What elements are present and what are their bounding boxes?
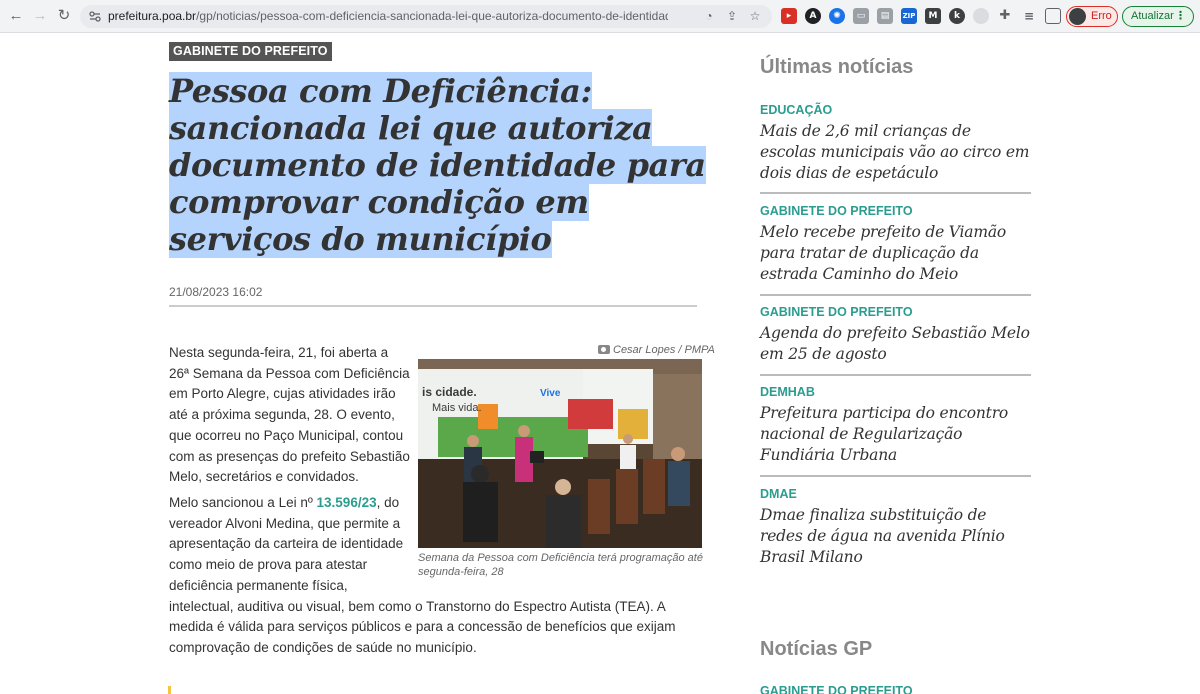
forward-icon[interactable]: → (31, 7, 49, 25)
law-link[interactable]: 13.596/23 (317, 495, 377, 510)
camera-icon (598, 345, 610, 354)
avatar (1069, 8, 1086, 25)
news-title[interactable]: Agenda do prefeito Sebastião Melo em 25 … (760, 323, 1031, 365)
news-title[interactable]: Prefeitura participa do encontro naciona… (760, 403, 1031, 466)
back-icon[interactable]: ← (7, 7, 25, 25)
news-item[interactable]: GABINETE DO PREFEITO Agenda do prefeito … (760, 305, 1031, 365)
profile-error-label: Erro (1091, 10, 1112, 22)
update-label: Atualizar (1131, 10, 1174, 22)
browser-toolbar: ← → ↻ prefeitura.poa.br/gp/noticias/pess… (0, 0, 1200, 33)
article-photo[interactable]: is cidade. Mais vida. Vive (418, 359, 702, 548)
news-title[interactable]: Melo recebe prefeito de Viamão para trat… (760, 222, 1031, 285)
banner-text-2: Mais vida. (432, 402, 482, 414)
extension-colorful-icon[interactable]: ✺ (829, 8, 845, 24)
photo-credit: Cesar Lopes / PMPA (598, 344, 715, 356)
article-headline: Pessoa com Deficiência: sancionada lei q… (169, 72, 706, 258)
share-icon[interactable]: ⇪ (725, 9, 739, 23)
extension-m-icon[interactable]: M (925, 8, 941, 24)
event-photo-illustration: is cidade. Mais vida. Vive (418, 359, 702, 548)
latest-news-heading: Últimas notícias (760, 56, 914, 78)
bookmark-star-icon[interactable]: ☆ (748, 9, 762, 23)
extension-zip-icon[interactable]: ZIP (901, 8, 917, 24)
paragraph-1: Nesta segunda-feira, 21, foi aberta a 26… (169, 345, 410, 485)
reload-icon[interactable]: ↻ (55, 7, 73, 25)
extension-record-icon[interactable]: ▸ (781, 8, 797, 24)
news-item[interactable]: DMAE Dmae finaliza substituição de redes… (760, 487, 1031, 568)
puzzle-icon[interactable]: ✚ (997, 8, 1013, 24)
banner-text-1: is cidade. (422, 385, 477, 399)
article-date: 21/08/2023 16:02 (169, 285, 263, 299)
news-item[interactable]: GABINETE DO PREFEITO Melo recebe prefeit… (760, 204, 1031, 285)
photo-caption: Semana da Pessoa com Deficiência terá pr… (418, 552, 703, 578)
gp-news-heading: Notícias GP (760, 638, 873, 660)
update-button[interactable]: Atualizar ⋮ (1122, 6, 1194, 27)
news-item[interactable]: GABINETE DO PREFEITO (760, 684, 1031, 694)
news-category[interactable]: EDUCAÇÃO (760, 103, 1031, 118)
site-info-icon[interactable] (88, 9, 102, 23)
divider (760, 192, 1031, 194)
url-text: prefeitura.poa.br/gp/noticias/pessoa-com… (108, 9, 668, 23)
more-menu-icon[interactable]: ⋮ (1175, 7, 1186, 26)
news-category[interactable]: GABINETE DO PREFEITO (760, 204, 1031, 219)
quote-accent-bar (168, 686, 171, 694)
profile-button[interactable]: Erro (1066, 6, 1118, 27)
banner-brand: Vive (540, 388, 561, 399)
news-category[interactable]: GABINETE DO PREFEITO (760, 684, 1031, 694)
article-category[interactable]: GABINETE DO PREFEITO (169, 42, 332, 61)
news-item[interactable]: EDUCAÇÃO Mais de 2,6 mil crianças de esc… (760, 103, 1031, 184)
divider (760, 475, 1031, 477)
news-title[interactable]: Dmae finaliza substituição de redes de á… (760, 505, 1031, 568)
news-category[interactable]: DEMHAB (760, 385, 1031, 400)
side-panel-icon[interactable] (1045, 8, 1061, 24)
reading-list-icon[interactable]: ≡ (1021, 8, 1037, 24)
news-category[interactable]: GABINETE DO PREFEITO (760, 305, 1031, 320)
divider (169, 305, 697, 307)
news-title[interactable]: Mais de 2,6 mil crianças de escolas muni… (760, 121, 1031, 184)
divider (760, 294, 1031, 296)
news-category[interactable]: DMAE (760, 487, 1031, 502)
divider (760, 374, 1031, 376)
extension-a-icon[interactable]: A (805, 8, 821, 24)
extension-window-icon[interactable]: ▭ (853, 8, 869, 24)
extension-circle-icon[interactable]: k (949, 8, 965, 24)
address-bar[interactable]: prefeitura.poa.br/gp/noticias/pessoa-com… (80, 5, 772, 28)
performance-icon[interactable]: ◔ (702, 9, 716, 23)
extension-cloud-icon[interactable] (973, 8, 989, 24)
extension-cast-icon[interactable]: ▤ (877, 8, 893, 24)
news-item[interactable]: DEMHAB Prefeitura participa do encontro … (760, 385, 1031, 466)
